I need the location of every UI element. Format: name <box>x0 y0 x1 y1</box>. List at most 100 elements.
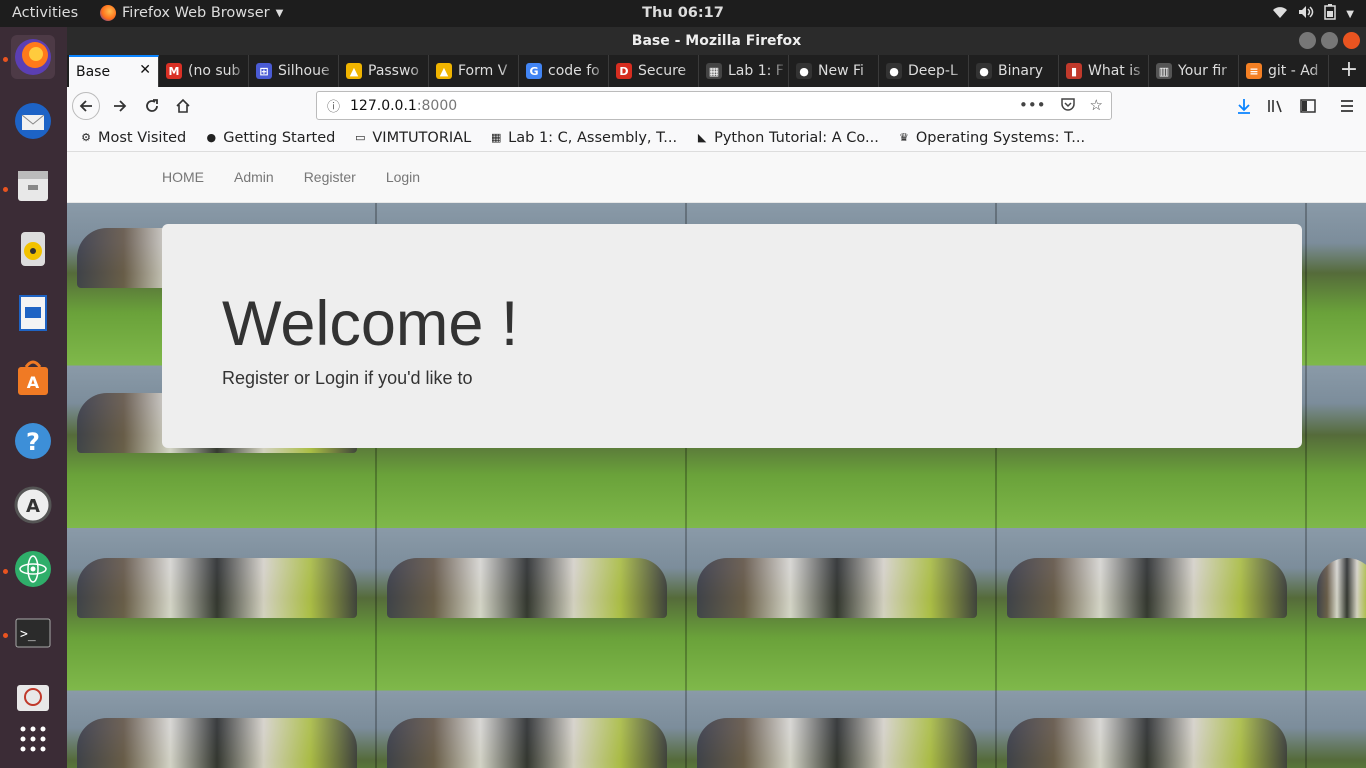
help-icon[interactable]: ? <box>11 419 55 463</box>
tab-favicon-icon: ● <box>976 63 992 79</box>
minimize-button[interactable] <box>1299 32 1316 49</box>
tab-favicon-icon: ▮ <box>1066 63 1082 79</box>
students-photo <box>1007 558 1287 618</box>
tab-favicon-icon: ▥ <box>1156 63 1172 79</box>
reload-button[interactable] <box>138 92 166 120</box>
pocket-icon[interactable] <box>1060 96 1076 116</box>
close-tab-icon[interactable]: ✕ <box>139 62 151 78</box>
window-titlebar[interactable]: Base - Mozilla Firefox <box>67 27 1366 55</box>
forward-button[interactable] <box>106 92 134 120</box>
students-photo <box>387 558 667 618</box>
bookmark-star-icon[interactable]: ☆ <box>1090 96 1103 116</box>
url-host: 127.0.0.1 <box>350 97 417 114</box>
nav-link-register[interactable]: Register <box>304 169 356 185</box>
tab-fade <box>410 55 428 87</box>
bookmark-favicon-icon: ◣ <box>697 131 707 144</box>
system-tray[interactable]: ▼ <box>1272 4 1354 24</box>
writer-icon[interactable] <box>11 291 55 335</box>
bookmark-favicon-icon: ● <box>206 131 217 144</box>
battery-icon <box>1324 4 1337 24</box>
tab-fade <box>320 55 338 87</box>
bookmark-item[interactable]: ▦ Lab 1: C, Assembly, T... <box>489 130 677 146</box>
tab-fade <box>770 55 788 87</box>
volume-icon <box>1298 5 1314 23</box>
files-icon[interactable] <box>11 163 55 207</box>
back-button[interactable] <box>72 92 100 120</box>
tab[interactable]: ▲ Passwo <box>339 55 429 87</box>
tab-favicon-icon: ⊞ <box>256 63 272 79</box>
url-port: :8000 <box>416 97 458 114</box>
new-tab-button[interactable]: + <box>1332 55 1366 87</box>
web-page: HOME Admin Register Login Welcome ! Regi… <box>67 152 1366 768</box>
software-icon[interactable]: A <box>11 355 55 399</box>
nav-link-home[interactable]: HOME <box>162 169 204 185</box>
tab-favicon-icon: ≡ <box>1246 63 1262 79</box>
info-icon[interactable]: ⓘ <box>327 96 340 115</box>
tab-fade <box>230 55 248 87</box>
running-indicator <box>3 633 8 638</box>
home-button[interactable] <box>169 92 197 120</box>
tab-active[interactable]: Base ✕ <box>69 55 159 87</box>
sidebar-icon[interactable] <box>1294 92 1322 120</box>
bookmark-favicon-icon: ▭ <box>355 131 366 144</box>
library-icon[interactable] <box>1262 92 1290 120</box>
running-indicator <box>3 57 8 62</box>
tab-fade <box>860 55 878 87</box>
svg-text:A: A <box>27 373 40 392</box>
tab[interactable]: ⊞ Silhoue <box>249 55 339 87</box>
bookmark-label: Getting Started <box>223 129 336 146</box>
bookmark-favicon-icon: ⚙ <box>81 131 91 144</box>
tab[interactable]: M (no sub <box>159 55 249 87</box>
svg-text:A: A <box>26 496 40 517</box>
tab[interactable]: ● Deep-L <box>879 55 969 87</box>
tab-strip: Base ✕ M (no sub ⊞ Silhoue ▲ Passwo ▲ Form V Gcode… <box>67 55 1366 87</box>
firefox-window: Base - Mozilla Firefox Base ✕ M (no sub ⊞ Sil… <box>67 27 1366 768</box>
clock[interactable]: Thu 06:17 <box>0 5 1366 21</box>
tab[interactable]: ▲ Form V <box>429 55 519 87</box>
svg-text:>_: >_ <box>20 627 36 642</box>
rhythmbox-icon[interactable] <box>11 227 55 271</box>
tab[interactable]: Gcode fo <box>519 55 609 87</box>
bookmark-item[interactable]: ● Getting Started <box>204 130 335 146</box>
thunderbird-icon[interactable] <box>11 99 55 143</box>
tab[interactable]: ● New Fi <box>789 55 879 87</box>
tab-label: Binary <box>998 63 1043 79</box>
atom-icon[interactable] <box>11 547 55 591</box>
tab-fade <box>590 55 608 87</box>
tab-fade <box>950 55 968 87</box>
tab-favicon-icon: ▦ <box>706 63 722 79</box>
bookmark-item[interactable]: ▭ VIMTUTORIAL <box>353 130 471 146</box>
students-photo <box>1007 718 1287 768</box>
url-bar[interactable]: ⓘ 127.0.0.1:8000 ••• ☆ <box>316 91 1112 120</box>
maximize-button[interactable] <box>1321 32 1338 49</box>
tab[interactable]: ≡ git - Ad <box>1239 55 1329 87</box>
remote-icon[interactable] <box>11 675 55 719</box>
bookmark-favicon-icon: ▦ <box>490 131 502 144</box>
tab[interactable]: D Secure <box>609 55 699 87</box>
tab[interactable]: ▮ What is <box>1059 55 1149 87</box>
terminal-icon[interactable]: >_ <box>11 611 55 655</box>
bookmark-item[interactable]: ♛ Operating Systems: T... <box>897 130 1085 146</box>
bookmark-label: Most Visited <box>98 129 187 146</box>
updater-icon[interactable]: A <box>11 483 55 527</box>
welcome-subtext: Register or Login if you'd like to <box>222 368 473 388</box>
svg-text:?: ? <box>26 428 40 456</box>
hamburger-menu-icon[interactable] <box>1333 92 1361 120</box>
students-photo <box>697 718 977 768</box>
bookmark-item[interactable]: ⚙ Most Visited <box>79 130 186 146</box>
tab-fade <box>1310 55 1328 87</box>
nav-link-admin[interactable]: Admin <box>234 169 274 185</box>
page-actions-icon[interactable]: ••• <box>1019 96 1046 116</box>
window-controls <box>1299 32 1360 49</box>
firefox-icon[interactable] <box>11 35 55 79</box>
tab[interactable]: ▥ Your fir <box>1149 55 1239 87</box>
welcome-heading: Welcome ! <box>222 289 519 359</box>
app-grid-icon[interactable] <box>11 717 55 761</box>
close-window-button[interactable] <box>1343 32 1360 49</box>
bookmark-item[interactable]: ◣ Python Tutorial: A Co... <box>695 130 879 146</box>
tab[interactable]: ▦ Lab 1: F <box>699 55 789 87</box>
tab[interactable]: ● Binary <box>969 55 1059 87</box>
nav-link-login[interactable]: Login <box>386 169 420 185</box>
tab-fade <box>680 55 698 87</box>
downloads-icon[interactable] <box>1230 92 1258 120</box>
